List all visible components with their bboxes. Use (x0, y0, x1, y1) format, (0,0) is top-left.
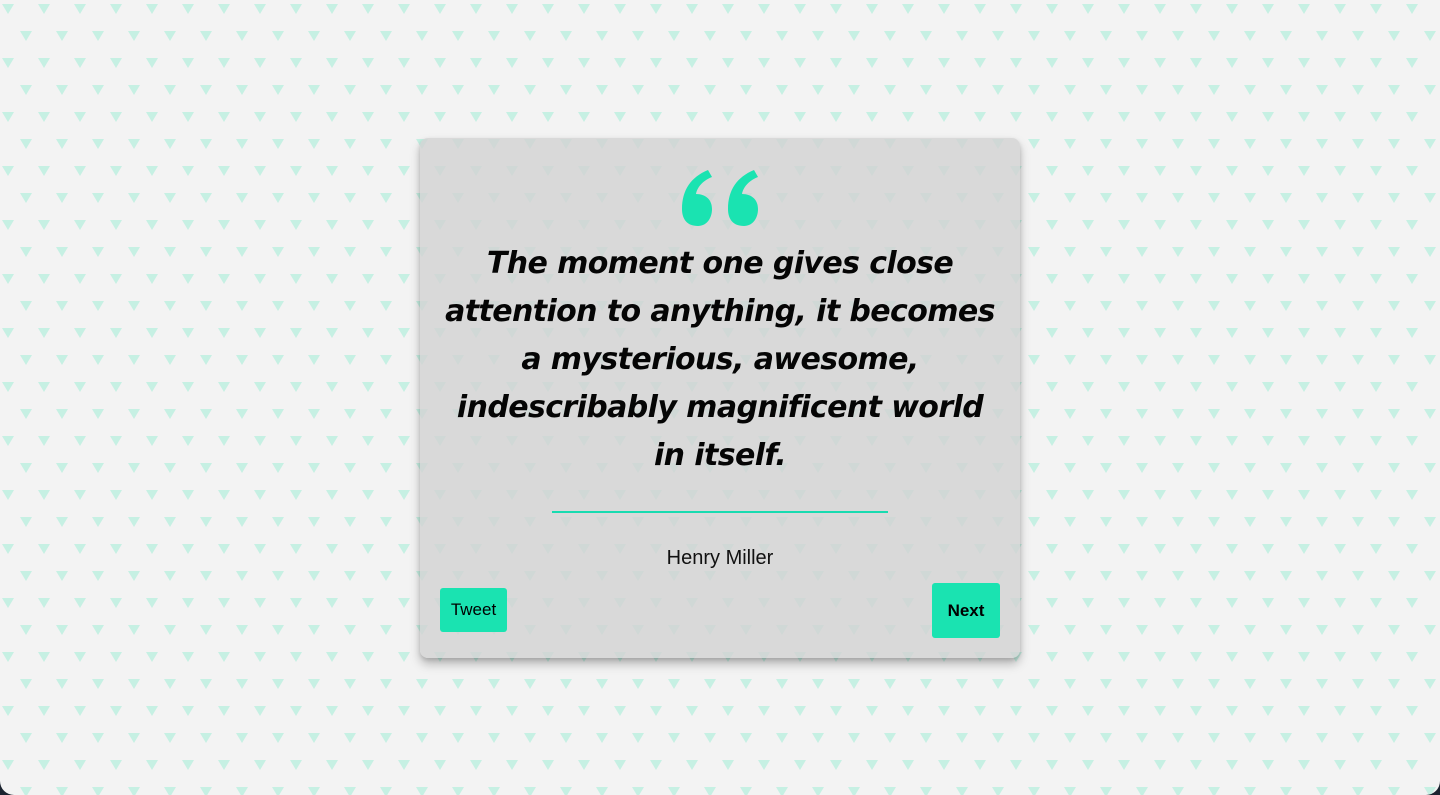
next-quote-button[interactable]: Next (932, 583, 1000, 638)
quote-author: Henry Miller (666, 547, 774, 569)
page-background: The moment one gives close attention to … (0, 0, 1440, 795)
quote-text: The moment one gives close attention to … (445, 246, 995, 473)
quote-open-icon (682, 170, 758, 226)
tweet-button[interactable]: Tweet (440, 588, 507, 632)
quote-divider (552, 511, 888, 513)
quote-card: The moment one gives close attention to … (420, 138, 1020, 658)
